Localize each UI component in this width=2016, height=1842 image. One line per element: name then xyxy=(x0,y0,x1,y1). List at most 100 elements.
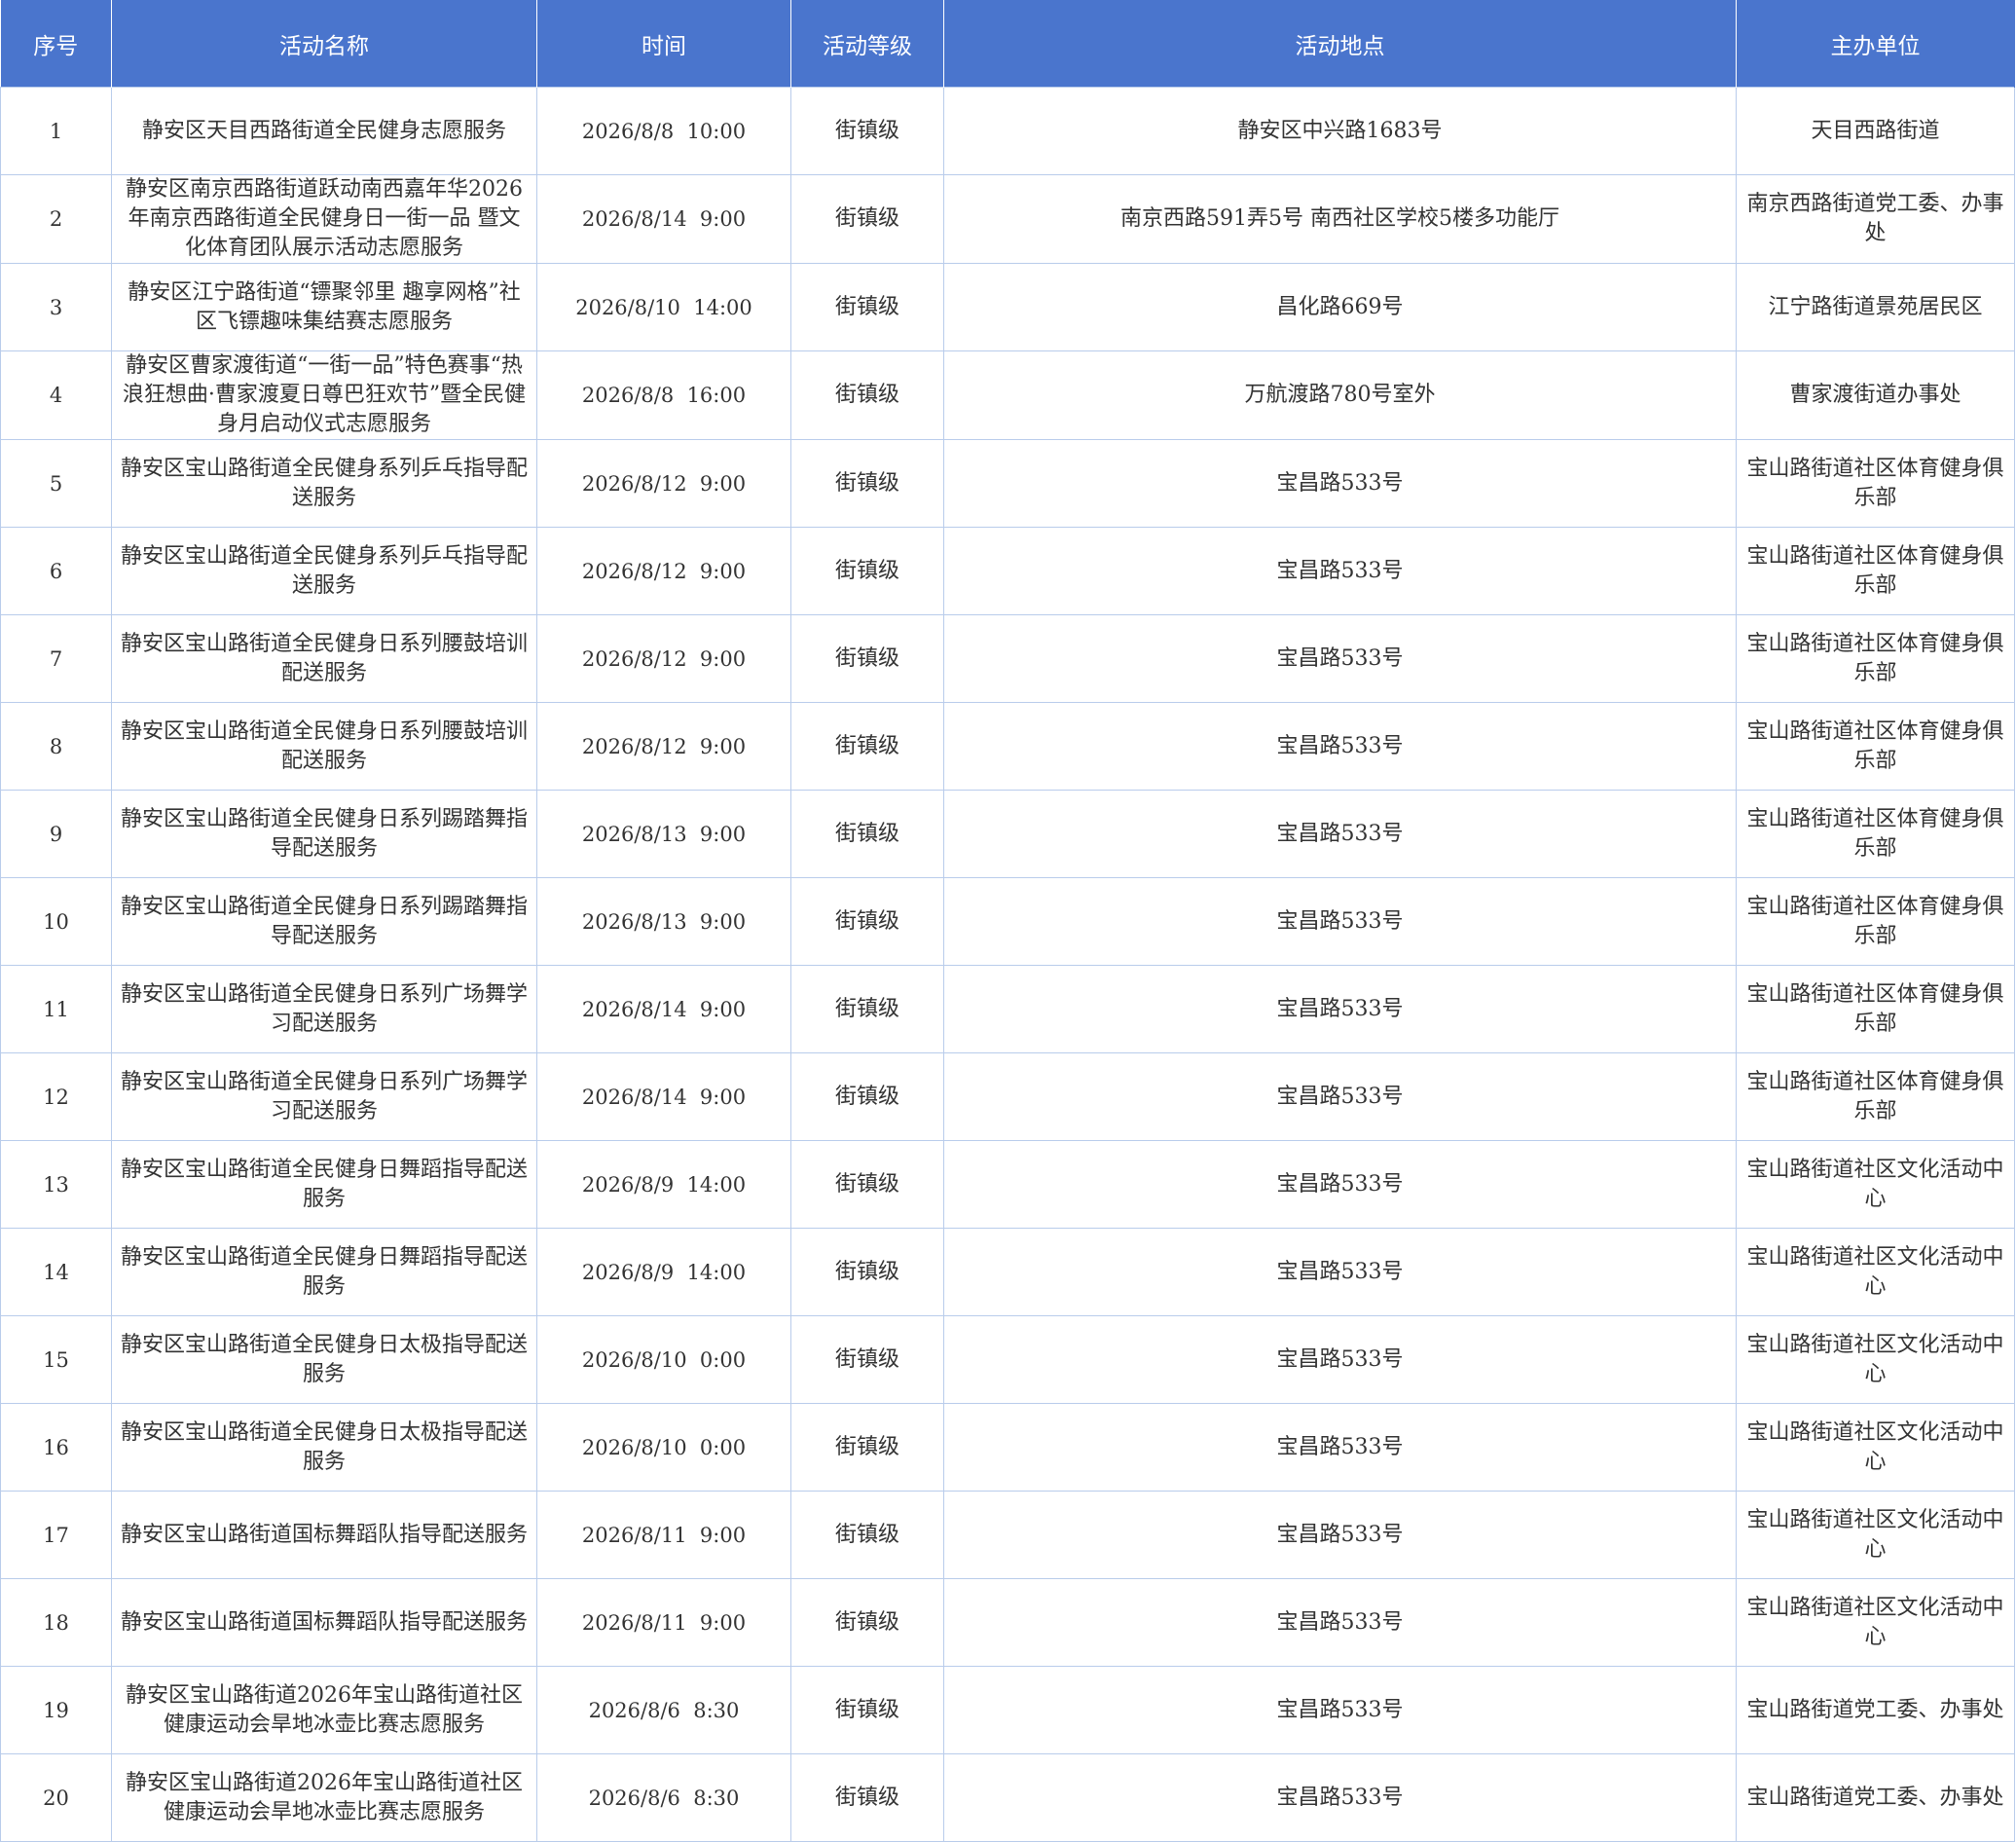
cell-time: 2026/8/12 9:00 xyxy=(536,702,791,791)
cell-activity-name: 静安区南京西路街道跃动南西嘉年华2026年南京西路街道全民健身日一街一品 暨文化… xyxy=(111,174,537,264)
cell-location: 宝昌路533号 xyxy=(943,439,1737,528)
cell-level: 街镇级 xyxy=(790,1753,944,1842)
cell-index: 6 xyxy=(0,527,112,615)
cell-activity-name: 静安区曹家渡街道“一街一品”特色赛事“热浪狂想曲·曹家渡夏日尊巴狂欢节”暨全民健… xyxy=(111,350,537,440)
cell-index: 20 xyxy=(0,1753,112,1842)
table-row: 13 静安区宝山路街道全民健身日舞蹈指导配送服务 2026/8/9 14:00 街镇级… xyxy=(0,1140,2015,1229)
cell-time: 2026/8/11 9:00 xyxy=(536,1578,791,1667)
cell-location: 静安区中兴路1683号 xyxy=(943,87,1737,175)
cell-time: 2026/8/11 9:00 xyxy=(536,1491,791,1579)
table-row: 14 静安区宝山路街道全民健身日舞蹈指导配送服务 2026/8/9 14:00 街镇级… xyxy=(0,1228,2015,1316)
cell-organizer: 宝山路街道社区体育健身俱乐部 xyxy=(1736,527,2015,615)
table-row: 2 静安区南京西路街道跃动南西嘉年华2026年南京西路街道全民健身日一街一品 暨文… xyxy=(0,174,2015,264)
cell-index: 5 xyxy=(0,439,112,528)
cell-organizer: 宝山路街道社区文化活动中心 xyxy=(1736,1315,2015,1404)
cell-time: 2026/8/8 10:00 xyxy=(536,87,791,175)
table-body: 1 静安区天目西路街道全民健身志愿服务 2026/8/8 10:00 街镇级 静安区中兴… xyxy=(0,87,2015,1842)
cell-level: 街镇级 xyxy=(790,702,944,791)
cell-activity-name: 静安区宝山路街道全民健身日系列腰鼓培训配送服务 xyxy=(111,702,537,791)
cell-index: 15 xyxy=(0,1315,112,1404)
cell-index: 3 xyxy=(0,263,112,351)
table-row: 15 静安区宝山路街道全民健身日太极指导配送服务 2026/8/10 0:00 街镇级… xyxy=(0,1315,2015,1404)
cell-time: 2026/8/8 16:00 xyxy=(536,350,791,440)
cell-location: 宝昌路533号 xyxy=(943,1578,1737,1667)
cell-organizer: 宝山路街道社区体育健身俱乐部 xyxy=(1736,790,2015,878)
cell-location: 宝昌路533号 xyxy=(943,1140,1737,1229)
cell-location: 宝昌路533号 xyxy=(943,790,1737,878)
cell-location: 宝昌路533号 xyxy=(943,1403,1737,1492)
cell-time: 2026/8/12 9:00 xyxy=(536,614,791,703)
cell-time: 2026/8/10 14:00 xyxy=(536,263,791,351)
cell-location: 宝昌路533号 xyxy=(943,1666,1737,1754)
cell-location: 宝昌路533号 xyxy=(943,965,1737,1053)
cell-index: 18 xyxy=(0,1578,112,1667)
cell-location: 宝昌路533号 xyxy=(943,702,1737,791)
table-row: 4 静安区曹家渡街道“一街一品”特色赛事“热浪狂想曲·曹家渡夏日尊巴狂欢节”暨全民… xyxy=(0,350,2015,440)
cell-index: 19 xyxy=(0,1666,112,1754)
cell-organizer: 江宁路街道景苑居民区 xyxy=(1736,263,2015,351)
cell-activity-name: 静安区宝山路街道全民健身日系列广场舞学习配送服务 xyxy=(111,1052,537,1141)
cell-activity-name: 静安区宝山路街道全民健身日系列广场舞学习配送服务 xyxy=(111,965,537,1053)
cell-organizer: 宝山路街道党工委、办事处 xyxy=(1736,1753,2015,1842)
cell-time: 2026/8/12 9:00 xyxy=(536,439,791,528)
cell-organizer: 宝山路街道社区文化活动中心 xyxy=(1736,1491,2015,1579)
cell-index: 13 xyxy=(0,1140,112,1229)
cell-location: 南京西路591弄5号 南西社区学校5楼多功能厅 xyxy=(943,174,1737,264)
table-row: 7 静安区宝山路街道全民健身日系列腰鼓培训配送服务 2026/8/12 9:00 街镇… xyxy=(0,614,2015,703)
cell-organizer: 南京西路街道党工委、办事处 xyxy=(1736,174,2015,264)
cell-time: 2026/8/14 9:00 xyxy=(536,174,791,264)
cell-location: 宝昌路533号 xyxy=(943,877,1737,966)
cell-level: 街镇级 xyxy=(790,790,944,878)
cell-organizer: 曹家渡街道办事处 xyxy=(1736,350,2015,440)
cell-time: 2026/8/6 8:30 xyxy=(536,1753,791,1842)
cell-time: 2026/8/14 9:00 xyxy=(536,965,791,1053)
header-index: 序号 xyxy=(0,0,112,88)
cell-activity-name: 静安区宝山路街道全民健身系列乒乓指导配送服务 xyxy=(111,439,537,528)
cell-level: 街镇级 xyxy=(790,1578,944,1667)
cell-activity-name: 静安区宝山路街道国标舞蹈队指导配送服务 xyxy=(111,1491,537,1579)
cell-organizer: 宝山路街道社区体育健身俱乐部 xyxy=(1736,1052,2015,1141)
table-row: 6 静安区宝山路街道全民健身系列乒乓指导配送服务 2026/8/12 9:00 街镇级… xyxy=(0,527,2015,615)
cell-level: 街镇级 xyxy=(790,1228,944,1316)
cell-level: 街镇级 xyxy=(790,1052,944,1141)
cell-location: 宝昌路533号 xyxy=(943,1228,1737,1316)
cell-organizer: 天目西路街道 xyxy=(1736,87,2015,175)
cell-location: 万航渡路780号室外 xyxy=(943,350,1737,440)
table-row: 19 静安区宝山路街道2026年宝山路街道社区健康运动会旱地冰壶比赛志愿服务 202… xyxy=(0,1666,2015,1754)
table-row: 20 静安区宝山路街道2026年宝山路街道社区健康运动会旱地冰壶比赛志愿服务 202… xyxy=(0,1753,2015,1842)
cell-organizer: 宝山路街道党工委、办事处 xyxy=(1736,1666,2015,1754)
cell-organizer: 宝山路街道社区体育健身俱乐部 xyxy=(1736,965,2015,1053)
cell-time: 2026/8/9 14:00 xyxy=(536,1228,791,1316)
cell-activity-name: 静安区宝山路街道全民健身日系列腰鼓培训配送服务 xyxy=(111,614,537,703)
cell-time: 2026/8/13 9:00 xyxy=(536,877,791,966)
cell-index: 4 xyxy=(0,350,112,440)
cell-index: 2 xyxy=(0,174,112,264)
cell-index: 16 xyxy=(0,1403,112,1492)
activity-table: 序号 活动名称 时间 活动等级 活动地点 主办单位 1 静安区天目西路街道全民健身… xyxy=(0,0,2015,1842)
cell-level: 街镇级 xyxy=(790,174,944,264)
cell-time: 2026/8/10 0:00 xyxy=(536,1403,791,1492)
header-activity-name: 活动名称 xyxy=(111,0,537,88)
cell-location: 宝昌路533号 xyxy=(943,1491,1737,1579)
cell-time: 2026/8/10 0:00 xyxy=(536,1315,791,1404)
cell-time: 2026/8/12 9:00 xyxy=(536,527,791,615)
cell-time: 2026/8/14 9:00 xyxy=(536,1052,791,1141)
cell-activity-name: 静安区宝山路街道2026年宝山路街道社区健康运动会旱地冰壶比赛志愿服务 xyxy=(111,1753,537,1842)
cell-location: 宝昌路533号 xyxy=(943,614,1737,703)
cell-index: 14 xyxy=(0,1228,112,1316)
cell-activity-name: 静安区宝山路街道全民健身日系列踢踏舞指导配送服务 xyxy=(111,877,537,966)
cell-level: 街镇级 xyxy=(790,1666,944,1754)
cell-organizer: 宝山路街道社区体育健身俱乐部 xyxy=(1736,439,2015,528)
cell-location: 宝昌路533号 xyxy=(943,1315,1737,1404)
cell-level: 街镇级 xyxy=(790,527,944,615)
cell-level: 街镇级 xyxy=(790,439,944,528)
cell-activity-name: 静安区宝山路街道全民健身日系列踢踏舞指导配送服务 xyxy=(111,790,537,878)
cell-location: 宝昌路533号 xyxy=(943,1052,1737,1141)
header-location: 活动地点 xyxy=(943,0,1737,88)
table-row: 10 静安区宝山路街道全民健身日系列踢踏舞指导配送服务 2026/8/13 9:00… xyxy=(0,877,2015,966)
table-row: 11 静安区宝山路街道全民健身日系列广场舞学习配送服务 2026/8/14 9:00… xyxy=(0,965,2015,1053)
cell-activity-name: 静安区宝山路街道全民健身日舞蹈指导配送服务 xyxy=(111,1228,537,1316)
cell-level: 街镇级 xyxy=(790,87,944,175)
header-time: 时间 xyxy=(536,0,791,88)
cell-level: 街镇级 xyxy=(790,1140,944,1229)
